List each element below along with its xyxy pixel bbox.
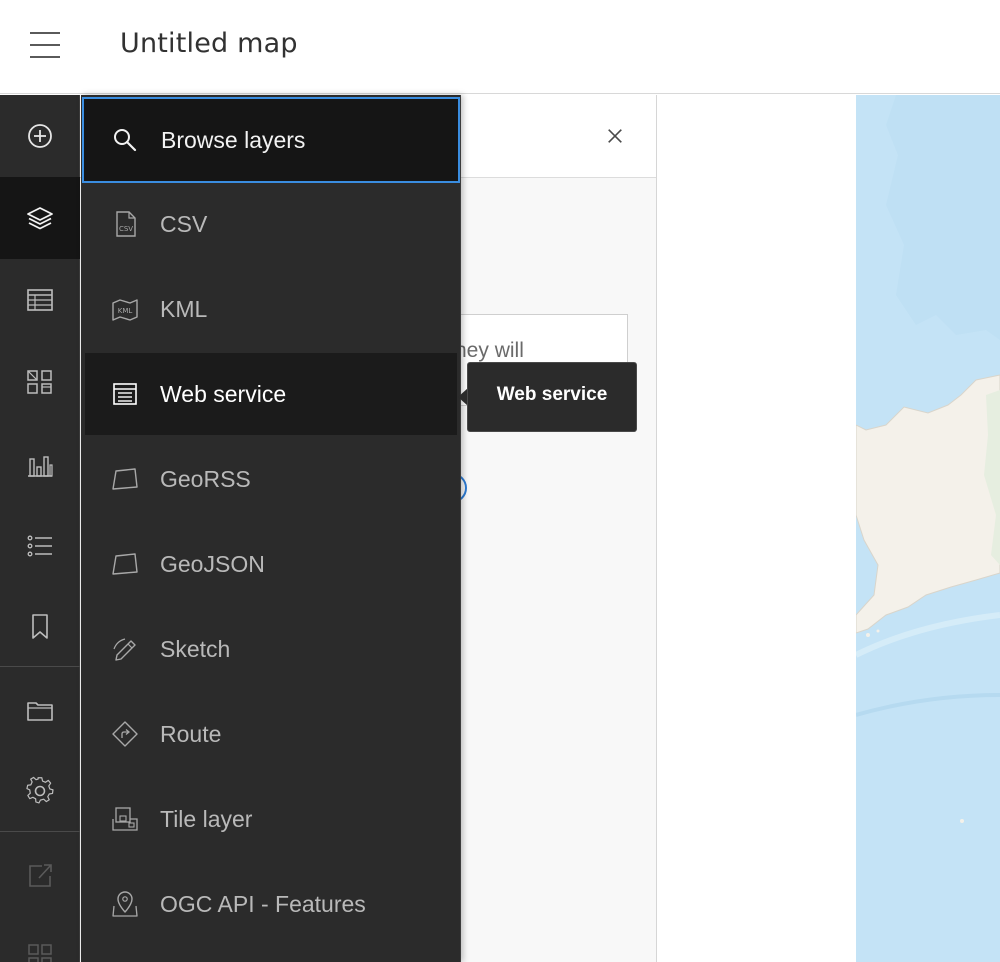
tooltip-text: Web service <box>496 384 608 405</box>
share-icon[interactable] <box>0 834 80 916</box>
kml-map-icon: KML <box>112 299 138 321</box>
bookmark-icon[interactable] <box>0 585 80 667</box>
rail-divider <box>0 666 80 667</box>
menu-item-label: Route <box>160 721 222 747</box>
menu-item-label: Web service <box>160 381 287 407</box>
browse-layers-label: Browse layers <box>161 127 306 153</box>
app-window: Untitled map hey will Browse layers CSV … <box>0 0 1000 962</box>
web-service-icon <box>113 383 137 405</box>
browse-layers-button[interactable]: Browse layers <box>82 97 460 183</box>
add-layer-menu: Browse layers CSV CSV KML KML Web servic… <box>81 95 461 962</box>
table-icon[interactable] <box>0 259 80 341</box>
close-icon[interactable] <box>600 121 630 151</box>
menu-item-csv[interactable]: CSV CSV <box>85 183 457 265</box>
list-icon[interactable] <box>0 505 80 587</box>
csv-file-icon: CSV <box>116 211 136 237</box>
menu-item-sketch[interactable]: Sketch <box>85 608 457 690</box>
menu-item-route[interactable]: Route <box>85 693 457 775</box>
menu-item-label: Tile layer <box>160 806 253 832</box>
tooltip: Web service <box>467 362 637 432</box>
menu-item-tile-layer[interactable]: Tile layer <box>85 778 457 860</box>
panel-description-text: hey will <box>455 339 524 362</box>
folder-icon[interactable] <box>0 669 80 751</box>
rail-divider <box>0 831 80 832</box>
map-view[interactable] <box>856 95 1000 962</box>
map-sheet-icon <box>112 468 138 490</box>
menu-item-label: Sketch <box>160 636 231 662</box>
menu-item-geojson[interactable]: GeoJSON <box>85 523 457 605</box>
svg-text:KML: KML <box>118 307 133 315</box>
menu-item-label: GeoJSON <box>160 551 265 577</box>
apps-grid-icon[interactable] <box>0 915 80 962</box>
app-header: Untitled map <box>0 0 1000 94</box>
menu-item-label: CSV <box>160 211 208 237</box>
menu-item-label: OGC API - Features <box>160 891 366 917</box>
menu-item-web-service[interactable]: Web service <box>85 353 457 435</box>
svg-text:CSV: CSV <box>119 225 133 233</box>
map-sheet-icon <box>112 553 138 575</box>
map-title[interactable]: Untitled map <box>120 28 298 59</box>
menu-item-kml[interactable]: KML KML <box>85 268 457 350</box>
pencil-icon <box>113 638 136 661</box>
left-toolbar <box>0 95 80 962</box>
menu-item-ogc-api-features[interactable]: OGC API - Features <box>85 863 457 945</box>
menu-item-georss[interactable]: GeoRSS <box>85 438 457 520</box>
chart-icon[interactable] <box>0 423 80 505</box>
hamburger-menu-icon[interactable] <box>28 28 64 64</box>
menu-item-label: KML <box>160 296 208 322</box>
search-icon <box>114 129 137 152</box>
layers-icon[interactable] <box>0 177 80 259</box>
map-pin-icon <box>112 891 138 917</box>
legend-icon[interactable] <box>0 341 80 423</box>
gear-icon[interactable] <box>0 750 80 832</box>
add-circle-icon[interactable] <box>0 95 80 177</box>
tile-layer-icon <box>112 807 138 831</box>
menu-item-label: GeoRSS <box>160 466 251 492</box>
route-sign-icon <box>112 721 138 747</box>
